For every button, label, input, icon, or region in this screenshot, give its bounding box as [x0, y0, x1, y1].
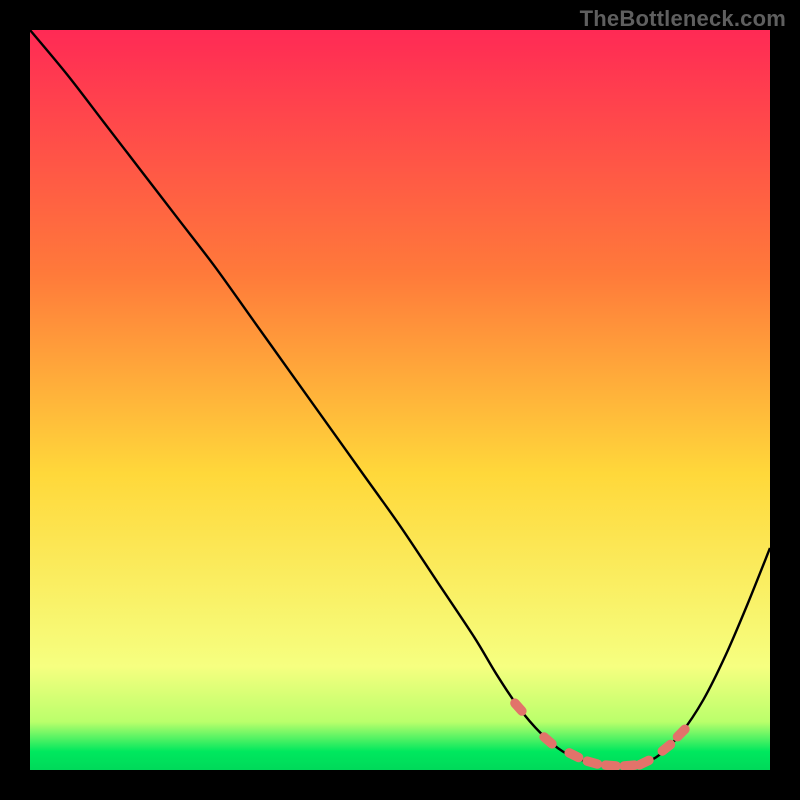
gradient-background — [30, 30, 770, 770]
bottleneck-chart — [30, 30, 770, 770]
chart-stage: TheBottleneck.com — [0, 0, 800, 800]
plot-area — [30, 30, 770, 770]
attribution-watermark: TheBottleneck.com — [580, 6, 786, 32]
